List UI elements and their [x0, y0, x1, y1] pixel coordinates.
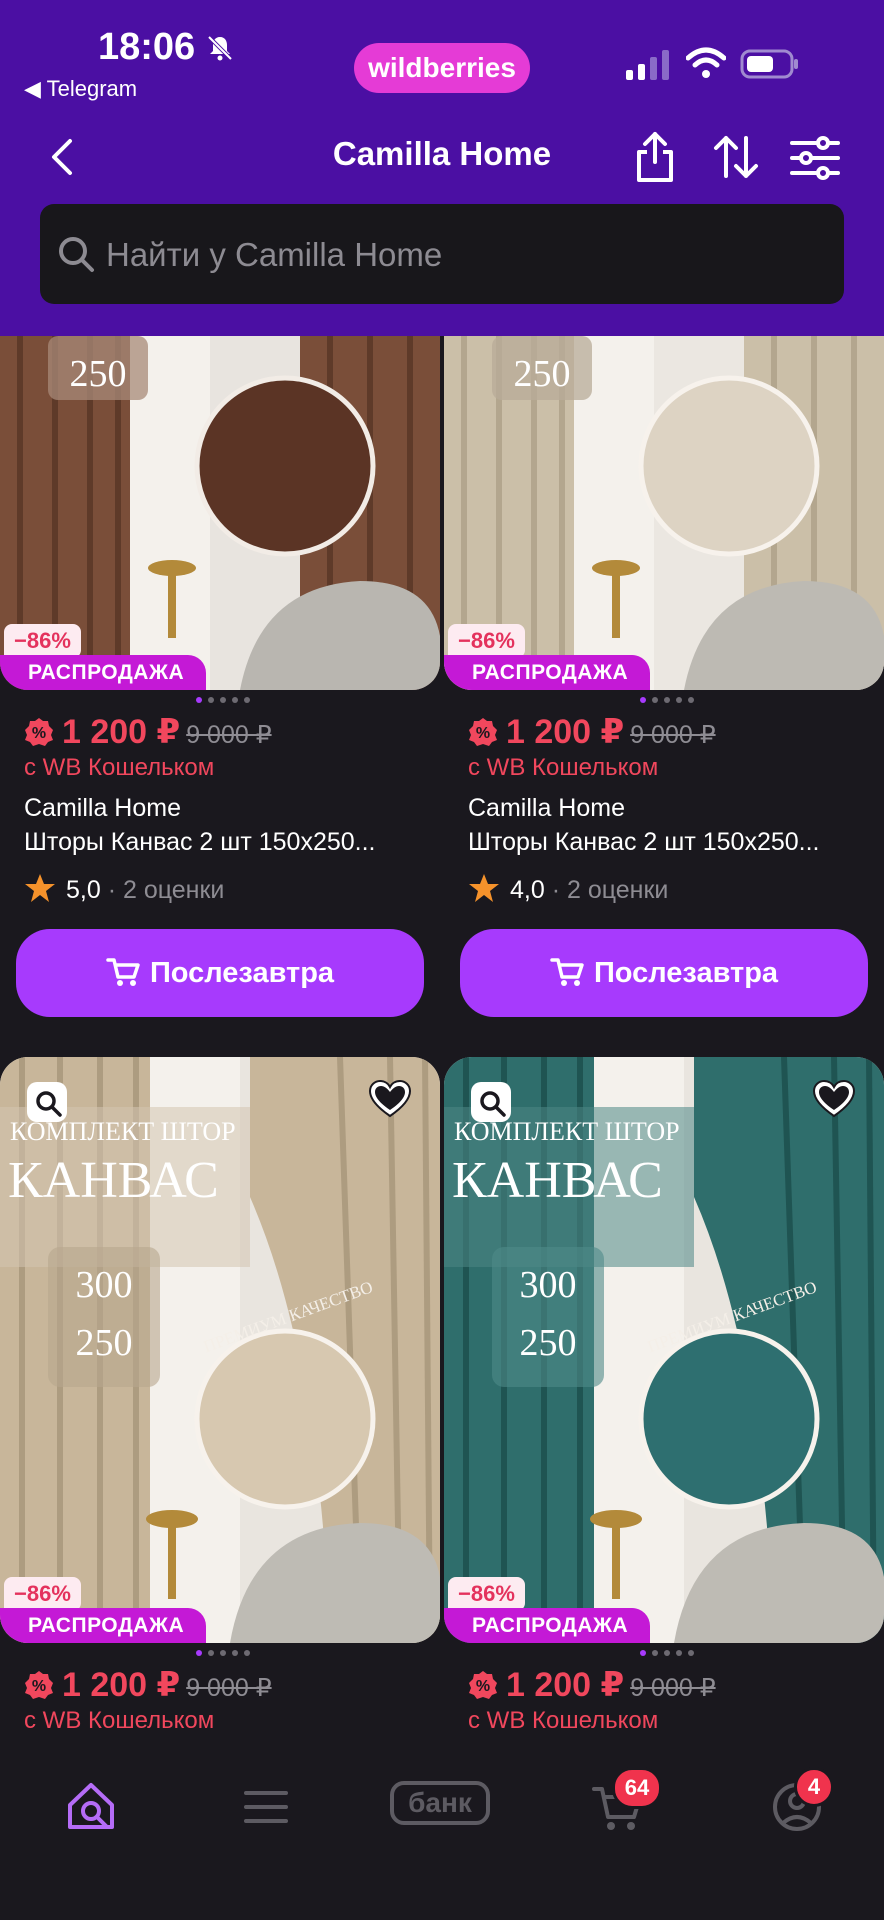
similar-search-icon[interactable] — [24, 1079, 70, 1125]
rating-value: 5,0 — [66, 876, 101, 904]
image-pagination-dots — [196, 1650, 250, 1656]
add-to-cart-button[interactable]: Послезавтра — [460, 929, 868, 1017]
star-icon — [25, 874, 55, 902]
cart-icon — [550, 957, 584, 986]
wallet-discount-icon: % — [25, 1671, 53, 1699]
old-price: 9 000 ₽ — [630, 721, 716, 749]
product-name: Шторы Канвас 2 шт 150х250... — [24, 828, 376, 856]
favorite-heart-icon[interactable] — [368, 1079, 412, 1119]
image-size-text: 250 — [70, 353, 127, 395]
review-count: · 2 оценки — [551, 876, 669, 904]
favorite-heart-icon[interactable] — [812, 1079, 856, 1119]
price-row: % 1 200 ₽9 000 ₽ — [24, 1665, 272, 1705]
home-search-icon[interactable] — [64, 1779, 118, 1835]
price-row: % 1 200 ₽9 000 ₽ — [24, 712, 272, 752]
svg-text:%: % — [32, 1678, 46, 1695]
rating-value: 4,0 — [510, 876, 545, 904]
old-price: 9 000 ₽ — [186, 1674, 272, 1702]
sort-icon[interactable] — [712, 134, 760, 180]
image-pagination-dots — [640, 697, 694, 703]
delivery-label: Послезавтра — [593, 956, 779, 989]
back-to-telegram[interactable]: ◀ Telegram — [24, 76, 137, 102]
catalog-menu-icon[interactable] — [244, 1779, 288, 1835]
rating: 5,0 · 2 оценки — [24, 872, 224, 905]
sale-badge: РАСПРОДАЖА — [0, 1608, 207, 1643]
wallet-label: с WB Кошельком — [24, 1707, 215, 1734]
discount-badge: −86% — [448, 1577, 525, 1611]
old-price: 9 000 ₽ — [630, 1674, 716, 1702]
bell-muted-icon — [207, 35, 233, 61]
image-title-2: КАНВАС — [452, 1152, 663, 1209]
battery-icon — [740, 49, 798, 79]
wallet-discount-icon: % — [25, 718, 53, 746]
discount-badge: −86% — [4, 1577, 81, 1611]
image-size-height: 250 — [520, 1322, 577, 1364]
sale-badge: РАСПРОДАЖА — [0, 655, 207, 690]
wallet-label: с WB Кошельком — [468, 1707, 659, 1734]
product-image[interactable]: КОМПЛЕКТ ШТОР КАНВАС 300 250 ПРЕМИУМ КАЧ… — [0, 1057, 440, 1643]
discount-badge: −86% — [4, 624, 81, 658]
sale-badge: РАСПРОДАЖА — [444, 655, 651, 690]
old-price: 9 000 ₽ — [186, 721, 272, 749]
image-pagination-dots — [196, 697, 250, 703]
svg-text:%: % — [476, 725, 490, 742]
signal-icon — [626, 50, 669, 80]
bottom-tab-bar: банк 64 4 — [0, 1753, 884, 1920]
star-icon — [469, 874, 499, 902]
image-title-2: КАНВАС — [8, 1152, 219, 1209]
profile-count-badge: 4 — [794, 1767, 834, 1807]
svg-text:%: % — [476, 1678, 490, 1695]
search-input[interactable] — [104, 204, 828, 306]
price: 1 200 ₽ — [62, 713, 181, 751]
price: 1 200 ₽ — [506, 713, 625, 751]
add-to-cart-button[interactable]: Послезавтра — [16, 929, 424, 1017]
product-image[interactable]: КОМПЛЕКТ ШТОР КАНВАС 300 250 ПРЕМИУМ КАЧ… — [444, 1057, 884, 1643]
similar-search-icon[interactable] — [468, 1079, 514, 1125]
price: 1 200 ₽ — [506, 1666, 625, 1704]
brand-name: Camilla Home — [24, 794, 181, 822]
image-size-height: 250 — [76, 1322, 133, 1364]
wallet-discount-icon: % — [469, 718, 497, 746]
product-name: Шторы Канвас 2 шт 150х250... — [468, 828, 820, 856]
app-header: 18:06 ◀ Telegram wildberries Camilla Hom… — [0, 0, 884, 336]
svg-text:%: % — [32, 725, 46, 742]
wallet-label: с WB Кошельком — [468, 754, 659, 781]
cart-count-badge: 64 — [612, 1767, 662, 1809]
product-image[interactable]: 250 −86% РАСПРОДАЖА — [0, 336, 440, 690]
wallet-discount-icon: % — [469, 1671, 497, 1699]
image-pagination-dots — [640, 1650, 694, 1656]
curtain-photo: КОМПЛЕКТ ШТОР КАНВАС 300 250 ПРЕМИУМ КАЧ… — [0, 1057, 440, 1643]
delivery-label: Послезавтра — [149, 956, 335, 989]
wildberries-logo: wildberries — [354, 43, 530, 93]
image-size-width: 300 — [520, 1264, 577, 1306]
cart-icon — [106, 957, 140, 986]
discount-badge: −86% — [448, 624, 525, 658]
price-row: % 1 200 ₽9 000 ₽ — [468, 712, 716, 752]
price-row: % 1 200 ₽9 000 ₽ — [468, 1665, 716, 1705]
rating: 4,0 · 2 оценки — [468, 872, 668, 905]
share-icon[interactable] — [633, 130, 677, 184]
image-size-text: 250 — [514, 353, 571, 395]
wifi-icon — [686, 47, 726, 78]
wallet-label: с WB Кошельком — [24, 754, 215, 781]
product-image[interactable]: 250 −86% РАСПРОДАЖА — [444, 336, 884, 690]
price: 1 200 ₽ — [62, 1666, 181, 1704]
sale-badge: РАСПРОДАЖА — [444, 1608, 651, 1643]
search-bar[interactable] — [40, 204, 844, 306]
review-count: · 2 оценки — [107, 876, 225, 904]
bank-tab[interactable]: банк — [390, 1781, 490, 1825]
filter-icon[interactable] — [790, 136, 840, 180]
status-time: 18:06 — [98, 26, 196, 68]
brand-name: Camilla Home — [468, 794, 625, 822]
search-icon — [59, 237, 94, 272]
curtain-photo: КОМПЛЕКТ ШТОР КАНВАС 300 250 ПРЕМИУМ КАЧ… — [444, 1057, 884, 1643]
image-size-width: 300 — [76, 1264, 133, 1306]
